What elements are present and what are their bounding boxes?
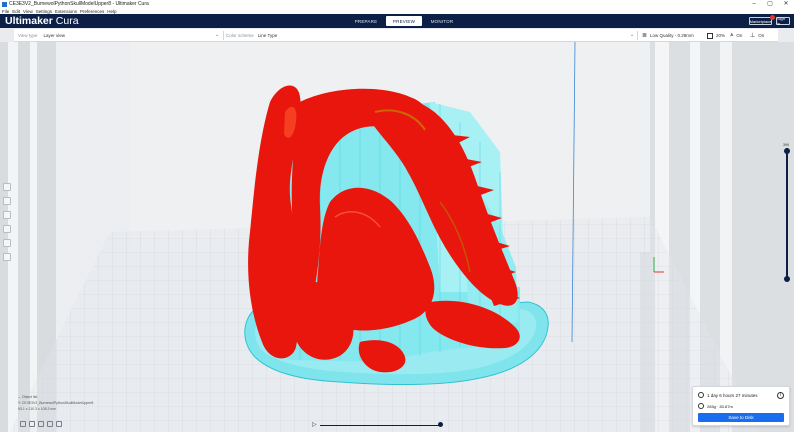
front-view-icon[interactable]: [29, 421, 35, 427]
tab-prepare[interactable]: PREPARE: [348, 16, 384, 26]
chevron-down-icon: ⌄: [215, 32, 220, 38]
app-header: Ultimaker Cura PREPARE PREVIEW MONITOR M…: [0, 14, 794, 28]
object-dimensions: 93.1 x 110.3 x 108.3 mm: [18, 407, 57, 411]
support-icon: ⩓: [730, 32, 734, 38]
left-view-icon[interactable]: [47, 421, 53, 427]
support-blocker-icon[interactable]: [3, 253, 11, 261]
close-button[interactable]: ✕: [780, 0, 792, 8]
simulation-slider-track[interactable]: [320, 424, 442, 426]
title-bar: CE3E3V2_BurnewolPythonSkullModelUpper8 -…: [0, 0, 794, 8]
tab-preview[interactable]: PREVIEW: [386, 16, 422, 26]
support-indicator[interactable]: ⩓ On: [730, 29, 742, 42]
top-view-icon[interactable]: [38, 421, 44, 427]
stage-menu: PREPARE PREVIEW MONITOR: [348, 16, 460, 26]
tool-strip: [3, 183, 13, 261]
print-info-panel: 1 day 6 hours 27 minutes i 265g · 83.87m…: [692, 386, 790, 426]
menu-settings[interactable]: Settings: [36, 9, 52, 14]
save-to-disk-button[interactable]: Save to Disk: [698, 413, 784, 422]
maximize-button[interactable]: ▢: [764, 0, 776, 8]
infill-indicator[interactable]: 20%: [707, 29, 725, 42]
chevron-down-icon: ⌄: [630, 32, 635, 38]
notification-badge: [770, 15, 775, 20]
sliders-icon: ≣: [642, 33, 648, 39]
menu-file[interactable]: File: [2, 9, 9, 14]
3d-view-icon[interactable]: [20, 421, 26, 427]
scale-tool-icon[interactable]: [3, 197, 11, 205]
infill-icon: [707, 32, 713, 39]
view-type-dropdown[interactable]: View type Layer view: [18, 29, 65, 42]
clock-icon: [698, 392, 704, 398]
play-icon[interactable]: ▷: [312, 421, 317, 429]
window-title: CE3E3V2_BurnewolPythonSkullModelUpper8 -…: [9, 1, 149, 7]
info-icon[interactable]: i: [777, 392, 784, 399]
simulation-bar: ▷: [312, 421, 444, 429]
ultimaker-cura-logo: Ultimaker Cura: [5, 15, 79, 27]
marketplace-button[interactable]: Marketplace: [749, 17, 772, 25]
menu-edit[interactable]: Edit: [12, 9, 20, 14]
mirror-tool-icon[interactable]: [3, 225, 11, 233]
print-setup-selector[interactable]: ≣ Low Quality - 0.28mm: [642, 29, 694, 42]
adhesion-indicator[interactable]: ⊥ On: [750, 29, 764, 42]
menu-preferences[interactable]: Preferences: [80, 9, 104, 14]
menu-view[interactable]: View: [23, 9, 33, 14]
layer-slider-lower-handle[interactable]: [784, 276, 790, 282]
spool-icon: [698, 403, 704, 409]
right-view-icon[interactable]: [56, 421, 62, 427]
simulation-slider-handle[interactable]: [438, 422, 443, 427]
move-tool-icon[interactable]: [3, 183, 11, 191]
object-list: ⌄ Object list ✎ CE3E3V2_BurnewolPythonSk…: [18, 394, 93, 412]
rotate-tool-icon[interactable]: [3, 211, 11, 219]
menu-help[interactable]: Help: [107, 9, 116, 14]
per-model-settings-icon[interactable]: [3, 239, 11, 247]
cura-app-icon: [2, 1, 7, 7]
print-time-row: 1 day 6 hours 27 minutes: [698, 392, 758, 398]
sign-in-button[interactable]: Sign in: [776, 16, 790, 26]
view-orientation-buttons: [20, 421, 62, 427]
adhesion-icon: ⊥: [750, 33, 756, 39]
color-scheme-dropdown[interactable]: Color scheme Line Type: [226, 29, 277, 42]
menu-extensions[interactable]: Extensions: [55, 9, 77, 14]
layer-slider-upper-handle[interactable]: [784, 148, 790, 154]
layer-slider[interactable]: [784, 148, 790, 282]
view-toolbar: View type Layer view ⌄ Color scheme Line…: [14, 29, 778, 42]
tab-monitor[interactable]: MONITOR: [424, 16, 460, 26]
material-row: 265g · 83.87m: [698, 403, 733, 409]
minimize-button[interactable]: –: [748, 0, 760, 8]
build-plate-scene: [0, 42, 794, 432]
layer-slider-track: [786, 148, 788, 280]
layer-number: 399: [783, 143, 789, 147]
3d-viewport[interactable]: [0, 42, 794, 432]
